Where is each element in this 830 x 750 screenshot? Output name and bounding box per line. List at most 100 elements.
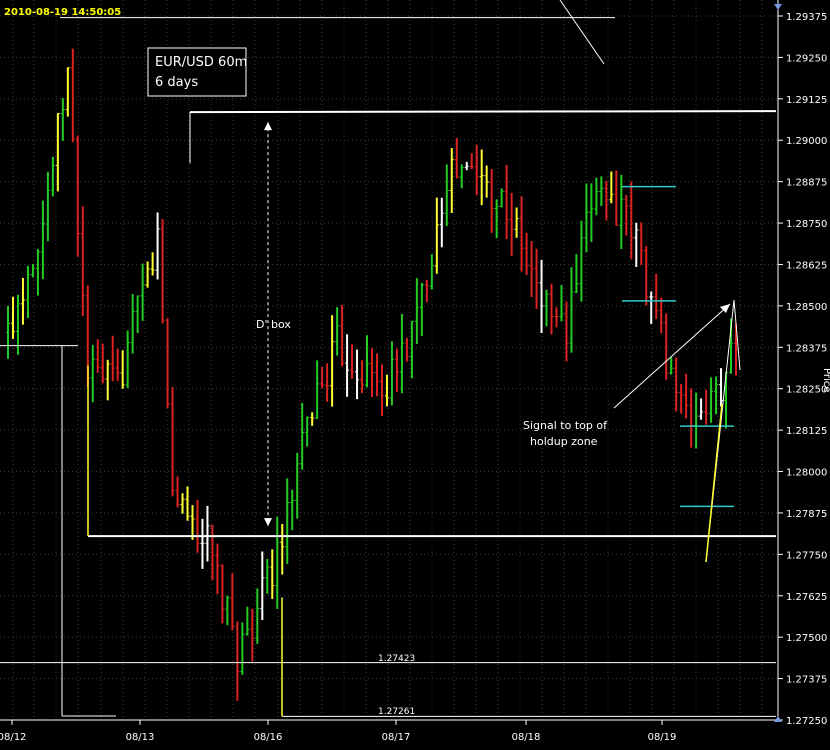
ohlc-bar (185, 486, 190, 521)
signal-triangle (705, 299, 741, 563)
ohlc-bars (6, 48, 738, 701)
ohlc-bar (589, 183, 594, 242)
ohlc-bar (315, 360, 320, 419)
ohlc-bar (554, 307, 559, 328)
ohlc-bar (434, 197, 439, 274)
ohlc-bar (734, 323, 738, 376)
ohlc-bar (394, 348, 399, 392)
ohlc-bar (624, 195, 629, 236)
ohlc-bar (245, 606, 250, 636)
ohlc-bar (714, 376, 719, 415)
ohlc-bar (120, 350, 125, 389)
ohlc-bar (414, 278, 419, 344)
y-tick-label: 1.29375 (786, 12, 827, 23)
ohlc-bar (374, 353, 379, 397)
ohlc-bar (474, 144, 479, 196)
ohlc-bar (399, 314, 404, 394)
ohlc-bar (90, 344, 95, 403)
ohlc-bar (614, 170, 619, 226)
y-tick-label: 1.27875 (786, 509, 827, 520)
y-tick-label: 1.29000 (786, 136, 827, 147)
signal-arrow-line (613, 303, 731, 409)
ohlc-bar (454, 138, 459, 179)
ohlc-bar (404, 337, 409, 362)
ohlc-bar (469, 153, 474, 170)
ohlc-bar (539, 259, 544, 333)
chart-title: EUR/USD 60m (155, 55, 247, 70)
y-tick-label: 1.28000 (786, 468, 827, 479)
chart-subtitle: 6 days (155, 75, 198, 90)
ohlc-bar (370, 348, 374, 398)
arrow-up-icon (264, 122, 272, 131)
ohlc-bar (75, 135, 80, 257)
y-tick-label: 1.27375 (786, 675, 827, 686)
ohlc-bar (125, 330, 130, 388)
ohlc-bar (699, 398, 704, 420)
ohlc-bar (564, 301, 569, 362)
ohlc-bar (235, 621, 240, 701)
y-tick-label: 1.27500 (786, 633, 827, 644)
ohlc-bar (105, 359, 110, 401)
y-tick-label: 1.27750 (786, 550, 827, 561)
ohlc-bar (684, 373, 689, 419)
ohlc-bar (644, 245, 649, 306)
ohlc-bar (240, 622, 245, 675)
arrow-down-icon (264, 518, 272, 527)
ohlc-bar (160, 219, 165, 324)
signal-label-line2: holdup zone (530, 435, 598, 448)
scroll-up-icon (774, 4, 782, 10)
ohlc-bar (270, 549, 275, 600)
ohlc-bar (719, 368, 724, 407)
ohlc-bar (175, 476, 180, 508)
ohlc-bar (190, 505, 195, 540)
ohlc-bar (360, 360, 365, 393)
ohlc-bar (95, 339, 100, 373)
ohlc-bar (170, 387, 175, 497)
dbox-top-line (189, 110, 777, 114)
ohlc-bar (330, 315, 335, 407)
x-tick-label: 08/19 (648, 732, 677, 743)
ohlc-bar (70, 48, 75, 143)
ohlc-bar (549, 283, 554, 335)
ohlc-bar (340, 304, 345, 367)
ohlc-bar (30, 263, 35, 278)
ohlc-bar (215, 543, 220, 595)
ohlc-bar (389, 341, 394, 406)
ohlc-bar (345, 334, 350, 397)
y-tick-label: 1.28375 (786, 343, 827, 354)
ohlc-bar (689, 388, 694, 448)
ohlc-bar (275, 516, 280, 609)
x-tick-label: 08/13 (126, 732, 155, 743)
ohlc-bar (295, 452, 300, 519)
price-chart: 1.29375 1.29250 1.29125 1.29000 1.28875 1.287… (0, 0, 830, 743)
ohlc-bar (365, 335, 370, 388)
ohlc-bar (150, 252, 155, 276)
ohlc-bar (499, 188, 504, 208)
ohlc-bar (504, 164, 509, 240)
ohlc-bar (260, 551, 265, 621)
ohlc-bar (60, 98, 65, 141)
ohlc-bar (534, 248, 539, 309)
ohlc-bar (35, 249, 40, 296)
ohlc-bar (709, 377, 714, 423)
price-axis-title: Price (821, 368, 830, 392)
ohlc-bar (20, 277, 25, 325)
ohlc-bar (379, 364, 384, 416)
ohlc-bar (40, 200, 45, 280)
ohlc-bar (439, 197, 444, 248)
ohlc-bar (135, 295, 140, 334)
y-tick-label: 1.27625 (786, 592, 827, 603)
ohlc-bar (559, 284, 564, 322)
ohlc-bar (10, 296, 15, 339)
ohlc-bar (230, 573, 235, 631)
ohlc-bar (195, 499, 200, 553)
ohlc-bar (335, 307, 340, 356)
scroll-down-icon (774, 716, 782, 722)
ohlc-bar (290, 489, 295, 531)
ohlc-bar (609, 171, 614, 204)
y-tick-label: 1.28750 (786, 219, 827, 230)
dbox-label: D' box (256, 318, 291, 331)
annotations (264, 0, 741, 563)
ohlc-bar (664, 313, 669, 380)
ohlc-bar (384, 374, 389, 407)
